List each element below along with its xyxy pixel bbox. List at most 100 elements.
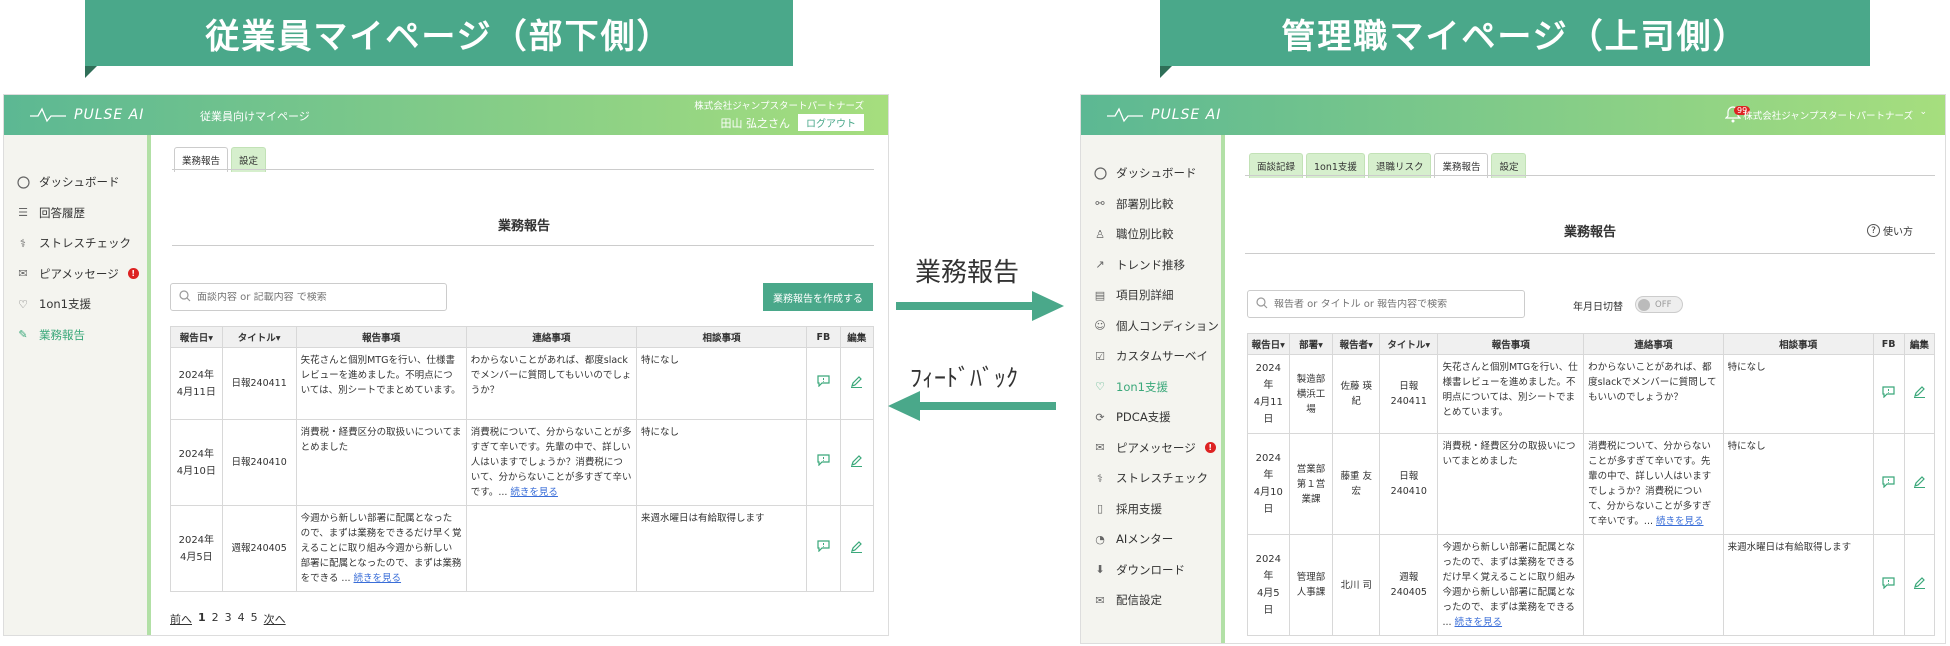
- date-toggle[interactable]: OFF: [1635, 296, 1683, 313]
- sidebar-item-recruit[interactable]: ▯ 採用支援: [1081, 494, 1221, 525]
- search-icon: [1256, 296, 1268, 312]
- list-icon: ☰: [18, 206, 28, 220]
- sidebar-item-survey[interactable]: ☑ カスタムサーベイ: [1081, 341, 1221, 372]
- row-dept: 営業部 第１営業課: [1288, 433, 1334, 535]
- sidebar-item-1on1[interactable]: ♡ 1on1支援: [1081, 372, 1221, 403]
- page-link[interactable]: 5: [251, 611, 258, 627]
- right-arrow-icon: [896, 291, 1064, 321]
- company-name[interactable]: 株式会社ジャンプスタートパートナーズ: [1743, 108, 1913, 122]
- read-more-link[interactable]: 続きを見る: [354, 573, 402, 584]
- row-consult: 特になし: [635, 347, 808, 420]
- edit-icon[interactable]: [850, 454, 863, 467]
- sidebar-item-ai-mentor[interactable]: ◔ AIメンター: [1081, 524, 1221, 555]
- col-reporter[interactable]: 報告者▾: [1332, 333, 1381, 355]
- table-row: 2024年 4月11日 日報240411 矢花さんと個別MTGを行い、仕様書レビュ…: [170, 347, 875, 420]
- notification-badge: !: [1204, 442, 1216, 454]
- sidebar-item-peer[interactable]: ✉ ピアメッセージ!: [1081, 433, 1221, 464]
- row-date: 2024年 4月5日: [1247, 534, 1290, 636]
- read-more-link[interactable]: 続きを見る: [1656, 516, 1704, 527]
- row-consult: 来週水曜日は有給取得します: [1722, 534, 1874, 636]
- row-title: 週報 240405: [1379, 534, 1439, 636]
- prev-page-link[interactable]: 前へ: [170, 611, 192, 627]
- message-icon: ✉: [1095, 441, 1105, 455]
- pagination: 前へ 1 2 3 4 5 次へ: [170, 611, 286, 627]
- feedback-icon[interactable]: [817, 540, 830, 552]
- feedback-icon[interactable]: [1882, 576, 1895, 589]
- edit-icon[interactable]: [850, 540, 863, 553]
- row-edit: [1903, 354, 1936, 434]
- row-contact: わからないことがあれば、都度slackでメンバーに質問してもいいのでしょうか？: [465, 347, 637, 420]
- create-report-button[interactable]: 業務報告を作成する: [763, 283, 873, 311]
- row-title: 日報240410: [221, 419, 297, 506]
- chevron-down-icon[interactable]: ⌄: [1919, 107, 1927, 117]
- sidebar-item-stress[interactable]: ⚕ ストレスチェック: [1081, 463, 1221, 494]
- sidebar-item-download[interactable]: ⬇ ダウンロード: [1081, 555, 1221, 586]
- feedback-icon[interactable]: [1882, 475, 1895, 488]
- question-icon: ?: [1867, 224, 1880, 237]
- sidebar-item-1on1[interactable]: ♡ 1on1支援: [4, 289, 147, 320]
- stress-icon: ⚕: [20, 236, 26, 250]
- search-input[interactable]: [1274, 298, 1524, 310]
- page-link[interactable]: 1: [198, 611, 206, 627]
- page-link[interactable]: 4: [238, 611, 245, 627]
- sidebar-item-dept-compare[interactable]: ⚯ 部署別比較: [1081, 189, 1221, 220]
- feedback-icon[interactable]: [1882, 385, 1895, 398]
- row-report: 今週から新しい部署に配属となったので、まずは業務をできるだけ早く覚えることに取り…: [295, 505, 467, 592]
- edit-icon[interactable]: [850, 375, 863, 388]
- next-page-link[interactable]: 次へ: [264, 611, 286, 627]
- sidebar-item-dashboard[interactable]: ダッシュボード: [4, 167, 147, 198]
- title-divider: [1245, 253, 1935, 254]
- search-icon: [179, 289, 191, 305]
- sidebar-item-pdca[interactable]: ⟳ PDCA支援: [1081, 402, 1221, 433]
- page-link[interactable]: 3: [225, 611, 232, 627]
- col-date[interactable]: 報告日▾: [1247, 333, 1290, 355]
- download-icon: ⬇: [1095, 563, 1105, 577]
- edit-icon[interactable]: [1913, 576, 1926, 589]
- sidebar-item-position-compare[interactable]: ♙ 職位別比較: [1081, 219, 1221, 250]
- read-more-link[interactable]: 続きを見る: [1455, 617, 1503, 628]
- feedback-icon[interactable]: [817, 375, 830, 387]
- sidebar-item-condition[interactable]: ☺ 個人コンディション: [1081, 311, 1221, 342]
- sidebar-item-peer[interactable]: ✉ ピアメッセージ!: [4, 259, 147, 290]
- detail-icon: ▤: [1094, 288, 1106, 302]
- sidebar-item-detail[interactable]: ▤ 項目別詳細: [1081, 280, 1221, 311]
- sidebar-item-mail-settings[interactable]: ✉ 配信設定: [1081, 585, 1221, 616]
- tab-divider: [1245, 175, 1935, 176]
- dashboard-icon: [1093, 166, 1107, 180]
- col-title[interactable]: タイトル▾: [221, 326, 297, 348]
- sidebar-item-answers[interactable]: ☰ 回答履歴: [4, 198, 147, 229]
- col-title[interactable]: タイトル▾: [1379, 333, 1439, 355]
- read-more-link[interactable]: 続きを見る: [510, 487, 558, 498]
- search-box[interactable]: [170, 283, 447, 311]
- pdca-icon: ⟳: [1095, 410, 1105, 424]
- col-date[interactable]: 報告日▾: [170, 326, 223, 348]
- sidebar-item-report[interactable]: ✎ 業務報告: [4, 320, 147, 351]
- row-fb: [806, 419, 841, 506]
- row-contact: [1583, 534, 1724, 636]
- row-contact: 消費税について、分からないことが多すぎて辛いです。先輩の中で、詳しい人はいますで…: [1583, 433, 1724, 535]
- search-input[interactable]: [197, 291, 446, 303]
- row-edit: [839, 505, 875, 592]
- date-toggle-label: 年月日切替: [1573, 302, 1623, 313]
- edit-icon[interactable]: [1913, 475, 1926, 488]
- row-report: 矢花さんと個別MTGを行い、仕様書レビューを進めました。不明点については、別シー…: [295, 347, 467, 420]
- col-dept[interactable]: 部署▾: [1288, 333, 1334, 355]
- employee-header: PULSE AI 従業員向けマイページ 株式会社ジャンプスタートパートナーズ 田…: [4, 95, 888, 135]
- row-fb: [806, 505, 841, 592]
- feedback-icon[interactable]: [817, 454, 830, 466]
- message-icon: ✉: [18, 267, 28, 281]
- row-contact: 消費税について、分からないことが多すぎて辛いです。先輩の中で、詳しい人はいますで…: [465, 419, 637, 506]
- sidebar-item-trend[interactable]: ↗ トレンド推移: [1081, 250, 1221, 281]
- help-link[interactable]: ? 使い方: [1867, 223, 1913, 238]
- sidebar-item-stress[interactable]: ⚕ ストレスチェック: [4, 228, 147, 259]
- sidebar-item-dashboard[interactable]: ダッシュボード: [1081, 158, 1221, 189]
- col-fb: FB: [1872, 333, 1905, 355]
- page-link[interactable]: 2: [212, 611, 219, 627]
- bell-icon[interactable]: 99: [1724, 105, 1751, 125]
- logout-button[interactable]: ログアウト: [798, 114, 864, 131]
- search-box[interactable]: [1247, 290, 1525, 318]
- toggle-knob: [1638, 298, 1650, 311]
- row-title: 日報240411: [221, 347, 297, 420]
- edit-icon[interactable]: [1913, 385, 1926, 398]
- table-header: 報告日▾ タイトル▾ 報告事項 連絡事項 相談事項 FB 編集: [170, 326, 875, 348]
